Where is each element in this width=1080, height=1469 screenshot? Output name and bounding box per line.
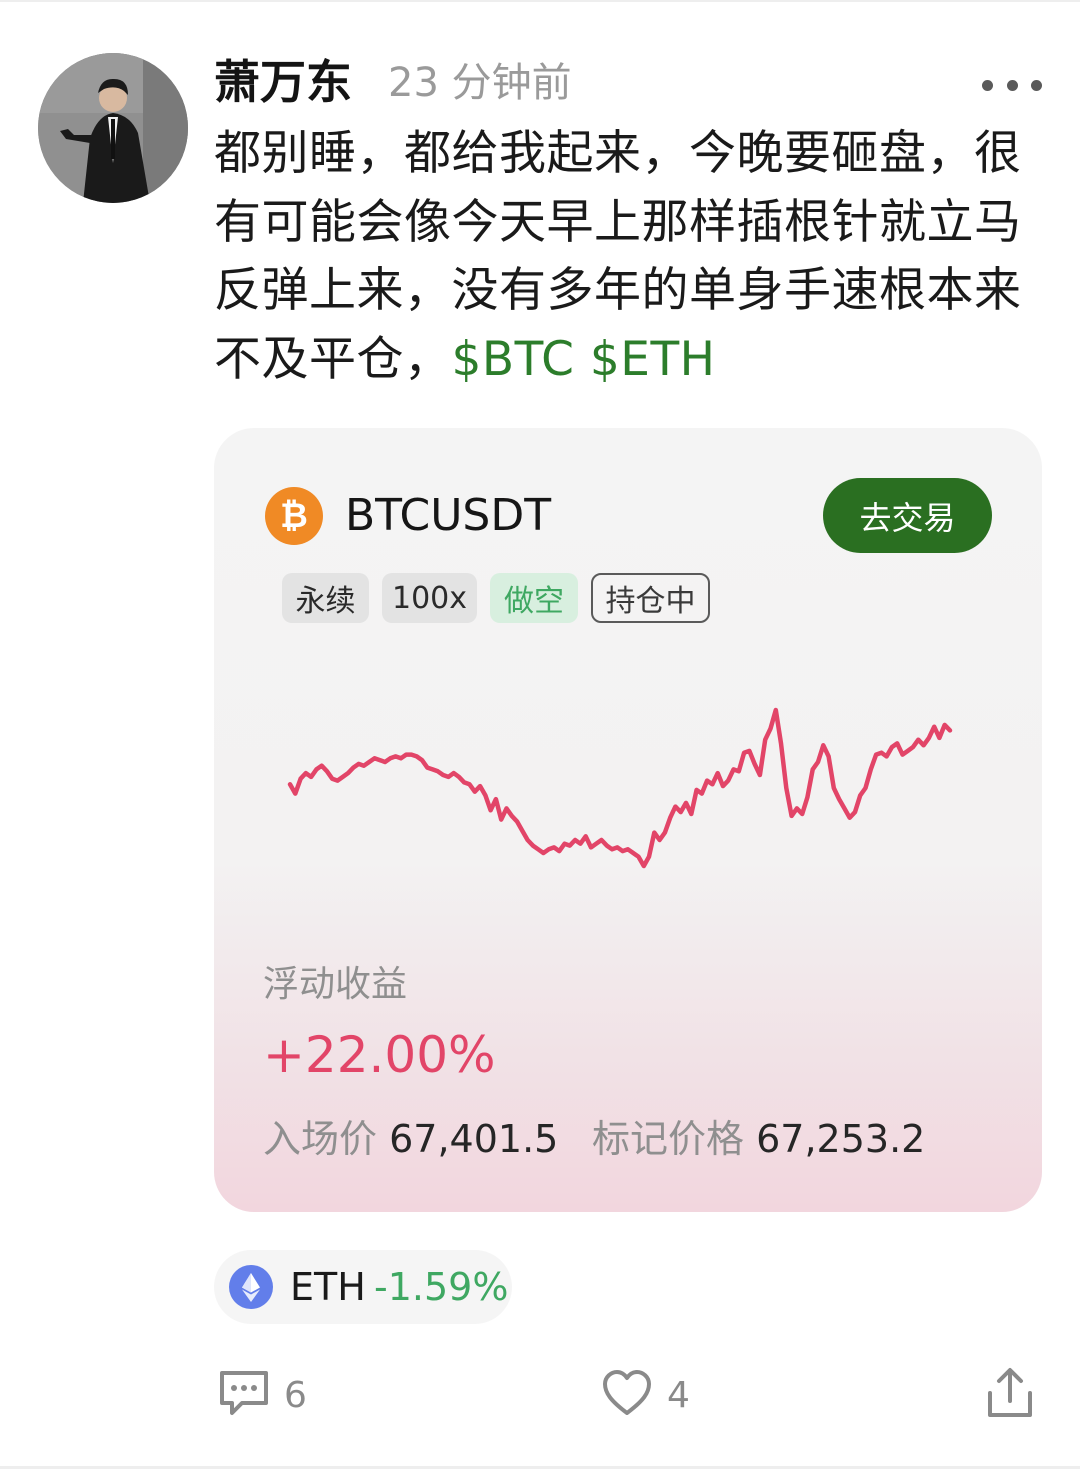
pnl-value: +22.00% (263, 1026, 496, 1084)
eth-ticker-pill[interactable]: ETH -1.59% (214, 1250, 512, 1324)
eth-change: -1.59% (374, 1265, 509, 1309)
price-line (287, 707, 953, 869)
author-name[interactable]: 萧万东 (214, 52, 352, 112)
mark-price-label: 标记价格 (592, 1117, 745, 1161)
mark-price-value: 67,253.2 (756, 1117, 926, 1161)
top-divider (0, 0, 1080, 2)
entry-price: 入场价 67,401.5 (263, 1114, 558, 1164)
post-time: 23 分钟前 (388, 60, 572, 106)
more-options-icon[interactable] (982, 70, 1042, 100)
perpetual-chip: 永续 (282, 573, 369, 623)
share-button[interactable] (984, 1365, 1036, 1425)
pnl-label: 浮动收益 (263, 964, 408, 1005)
trade-button[interactable]: 去交易 (823, 478, 992, 553)
ethereum-icon (229, 1265, 273, 1309)
comment-count: 6 (284, 1374, 307, 1416)
mark-price: 标记价格 67,253.2 (592, 1114, 925, 1164)
comment-button[interactable]: 6 (218, 1365, 307, 1425)
short-chip: 做空 (490, 573, 578, 623)
avatar[interactable] (38, 53, 188, 203)
symbol-name: BTCUSDT (345, 490, 552, 541)
entry-price-label: 入场价 (263, 1117, 378, 1161)
post-text: 都别睡，都给我起来，今晚要砸盘，很有可能会像今天早上那样插根针就立马反弹上来，没… (214, 120, 1044, 394)
leverage-chip: 100x (382, 573, 477, 623)
position-card[interactable]: ₿ BTCUSDT 去交易 永续 100x 做空 持仓中 浮动收益 +22.00… (214, 428, 1042, 1212)
price-chart (287, 707, 953, 869)
entry-price-value: 67,401.5 (389, 1117, 559, 1161)
post-hashtags[interactable]: $BTC $ETH (452, 332, 716, 387)
bitcoin-icon: ₿ (265, 487, 323, 545)
like-count: 4 (667, 1374, 690, 1416)
heart-icon (601, 1369, 653, 1421)
eth-name: ETH (290, 1265, 366, 1309)
share-icon (984, 1367, 1036, 1423)
like-button[interactable]: 4 (601, 1365, 690, 1425)
comment-icon (218, 1369, 270, 1421)
holding-chip: 持仓中 (591, 573, 710, 623)
